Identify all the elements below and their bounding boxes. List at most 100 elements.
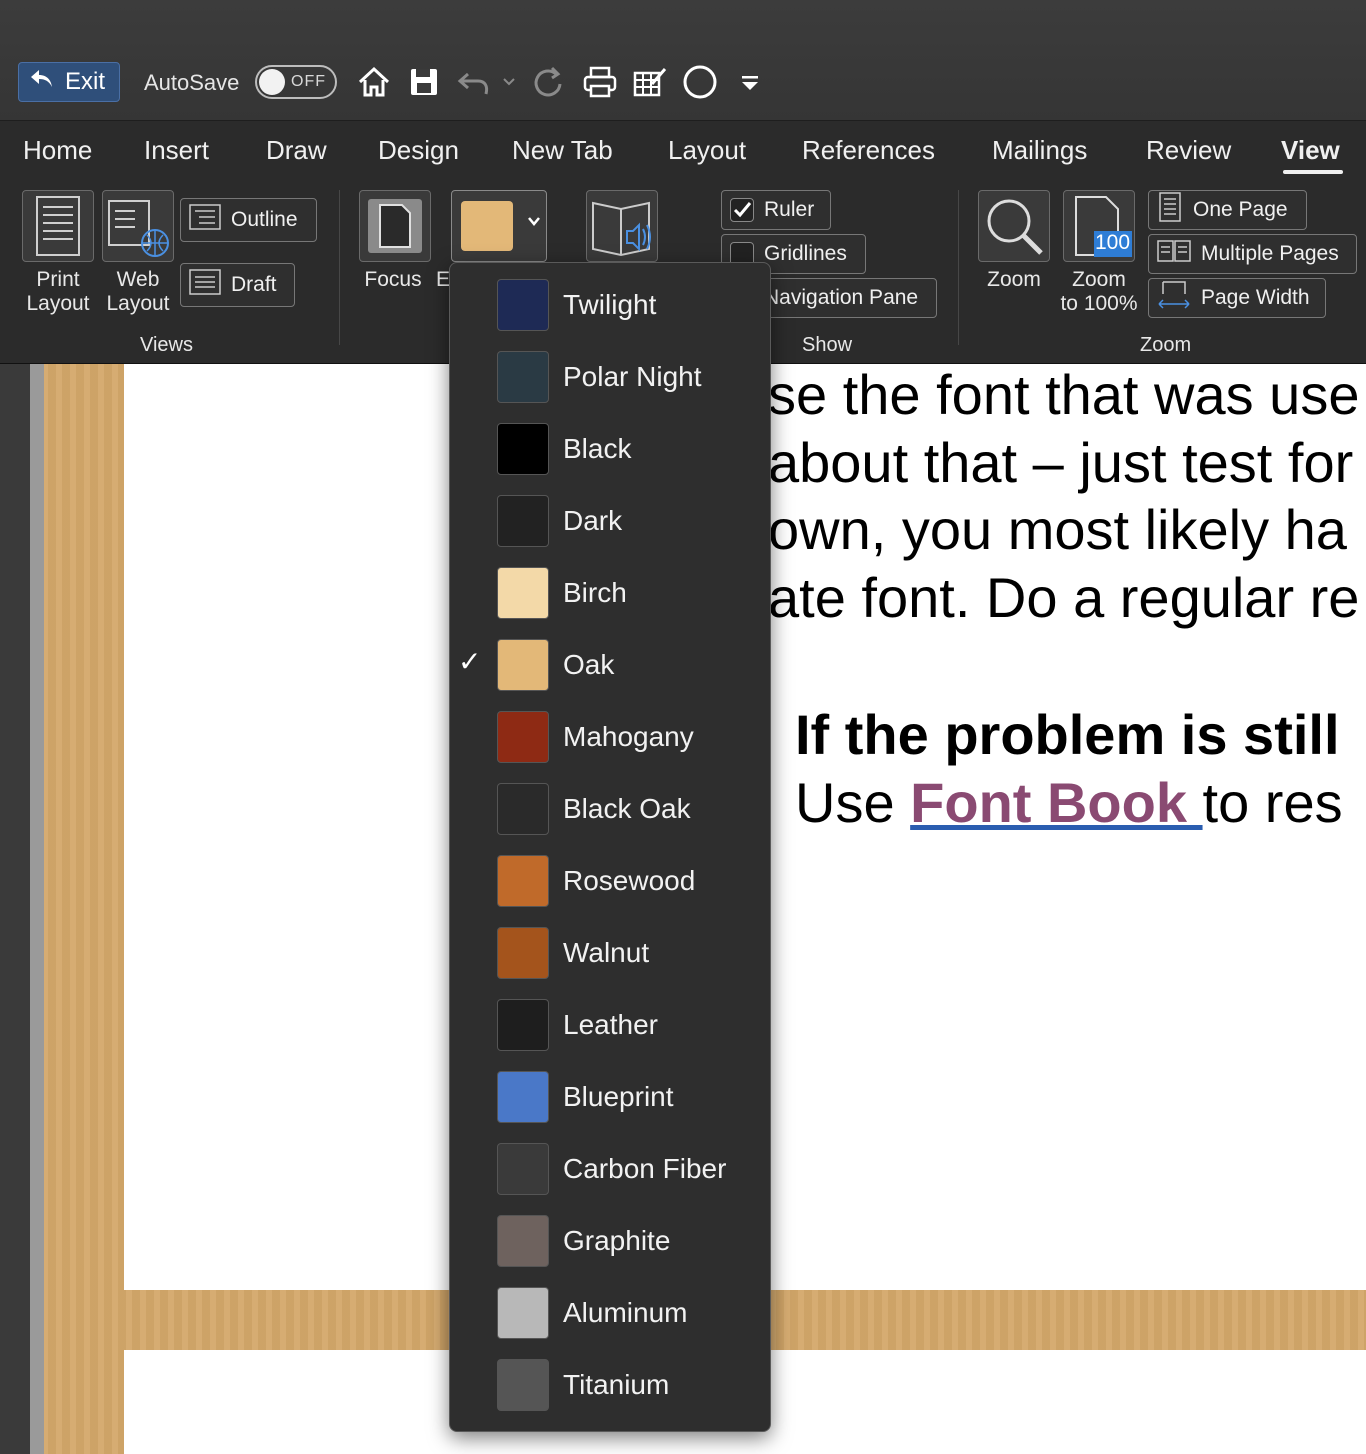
save-icon[interactable] <box>406 64 442 100</box>
tab-home[interactable]: Home <box>23 135 92 166</box>
menu-item-titanium[interactable]: Titanium <box>450 1351 770 1423</box>
menu-item-label: Polar Night <box>563 361 702 392</box>
menu-item-label: Birch <box>563 577 627 608</box>
one-page-label: One Page <box>1193 198 1288 221</box>
active-tab-indicator <box>1283 170 1343 174</box>
menu-item-label: Carbon Fiber <box>563 1153 727 1184</box>
multiple-pages-icon <box>1157 240 1191 268</box>
menu-item-walnut[interactable]: Walnut <box>450 919 770 991</box>
home-icon[interactable] <box>356 64 392 100</box>
circle-icon[interactable] <box>682 64 718 100</box>
zoom-100-badge: 100 <box>1095 231 1131 254</box>
page-color-button[interactable] <box>451 190 547 262</box>
swatch-icon <box>497 495 549 547</box>
menu-item-dark[interactable]: Dark <box>450 487 770 559</box>
customize-icon[interactable] <box>736 64 772 100</box>
swatch-icon <box>497 999 549 1051</box>
focus-icon[interactable] <box>359 190 431 262</box>
doc-bold-heading: If the problem is still <box>795 703 1340 766</box>
swatch-icon <box>497 1287 549 1339</box>
doc-line-3: own, you most likely ha <box>768 498 1347 561</box>
menu-item-oak[interactable]: ✓ Oak <box>450 631 770 703</box>
undo-icon[interactable] <box>456 64 515 100</box>
ruler-checkbox[interactable]: Ruler <box>721 190 831 230</box>
menu-item-twilight[interactable]: Twilight <box>450 271 770 343</box>
outline-icon <box>189 204 221 236</box>
swatch-icon <box>497 351 549 403</box>
menu-item-aluminum[interactable]: Aluminum <box>450 1279 770 1351</box>
menu-item-graphite[interactable]: Graphite <box>450 1207 770 1279</box>
doc-link-line: Use Font Book to res <box>795 770 1343 835</box>
zoom-group-label: Zoom <box>1140 334 1192 356</box>
swatch-icon <box>497 1359 549 1411</box>
doc-link-prefix: Use <box>795 771 911 834</box>
draft-button[interactable]: Draft <box>180 263 295 307</box>
toggle-knob <box>259 69 285 95</box>
menu-item-label: Twilight <box>563 289 657 320</box>
edit-icon[interactable] <box>632 64 668 100</box>
menu-item-blueprint[interactable]: Blueprint <box>450 1063 770 1135</box>
one-page-button[interactable]: One Page <box>1148 190 1307 230</box>
menu-item-polar-night[interactable]: Polar Night <box>450 343 770 415</box>
redo-icon[interactable] <box>530 64 566 100</box>
menu-item-label: Walnut <box>563 937 650 968</box>
page-width-icon <box>1157 280 1191 316</box>
print-icon[interactable] <box>582 64 618 100</box>
menu-item-black-oak[interactable]: Black Oak <box>450 775 770 847</box>
zoom-100-icon[interactable]: 100 <box>1063 190 1135 262</box>
autosave-toggle[interactable]: OFF <box>255 65 337 99</box>
doc-link-suffix: to res <box>1202 771 1343 834</box>
exit-button[interactable]: Exit <box>18 62 120 102</box>
swatch-icon <box>497 1071 549 1123</box>
menu-item-mahogany[interactable]: Mahogany <box>450 703 770 775</box>
swatch-icon <box>497 639 549 691</box>
title-bar <box>0 0 1366 121</box>
exit-label: Exit <box>65 68 106 95</box>
web-layout-icon[interactable] <box>102 190 174 262</box>
tab-insert[interactable]: Insert <box>144 135 209 166</box>
views-group-label: Views <box>140 334 193 356</box>
tab-view[interactable]: View <box>1281 135 1340 166</box>
page-width-button[interactable]: Page Width <box>1148 278 1326 318</box>
menu-item-label: Black Oak <box>563 793 691 824</box>
outline-label: Outline <box>231 208 298 231</box>
ruler-label: Ruler <box>764 198 815 221</box>
swatch-icon <box>497 567 549 619</box>
web-layout-label: Web Layout <box>106 268 170 315</box>
show-group-label: Show <box>802 334 853 356</box>
swatch-icon <box>497 423 549 475</box>
tab-new-tab[interactable]: New Tab <box>512 135 613 166</box>
autosave-state: OFF <box>291 73 326 90</box>
swatch-icon <box>497 279 549 331</box>
menu-item-carbon-fiber[interactable]: Carbon Fiber <box>450 1135 770 1207</box>
tab-design[interactable]: Design <box>378 135 459 166</box>
font-book-link[interactable]: Font Book <box>910 771 1202 834</box>
autosave-label: AutoSave <box>144 70 240 95</box>
swatch-icon <box>497 783 549 835</box>
tab-review[interactable]: Review <box>1146 135 1231 166</box>
separator <box>958 190 959 345</box>
menu-item-birch[interactable]: Birch <box>450 559 770 631</box>
multiple-pages-button[interactable]: Multiple Pages <box>1148 234 1357 274</box>
menu-item-label: Mahogany <box>563 721 694 752</box>
outline-button[interactable]: Outline <box>180 198 317 242</box>
doc-line-4: ate font. Do a regular re <box>768 566 1360 629</box>
tab-layout[interactable]: Layout <box>668 135 746 166</box>
menu-item-label: Oak <box>563 649 615 680</box>
tab-draw[interactable]: Draw <box>266 135 327 166</box>
ruler-check-icon <box>730 198 754 222</box>
menu-item-black[interactable]: Black <box>450 415 770 487</box>
tab-references[interactable]: References <box>802 135 935 166</box>
menu-item-label: Aluminum <box>563 1297 688 1328</box>
immersive-reader-icon[interactable] <box>586 190 658 262</box>
draft-label: Draft <box>231 273 277 296</box>
focus-label: Focus <box>364 268 422 291</box>
menu-item-rosewood[interactable]: Rosewood <box>450 847 770 919</box>
page-background-menu: Twilight Polar Night Black Dark Birch ✓ Oak Mah… <box>449 262 771 1432</box>
menu-item-label: Titanium <box>563 1369 670 1400</box>
navigation-pane-label: Navigation Pane <box>764 286 919 309</box>
zoom-icon[interactable] <box>978 190 1050 262</box>
print-layout-icon[interactable] <box>22 190 94 262</box>
tab-mailings[interactable]: Mailings <box>992 135 1087 166</box>
menu-item-leather[interactable]: Leather <box>450 991 770 1063</box>
